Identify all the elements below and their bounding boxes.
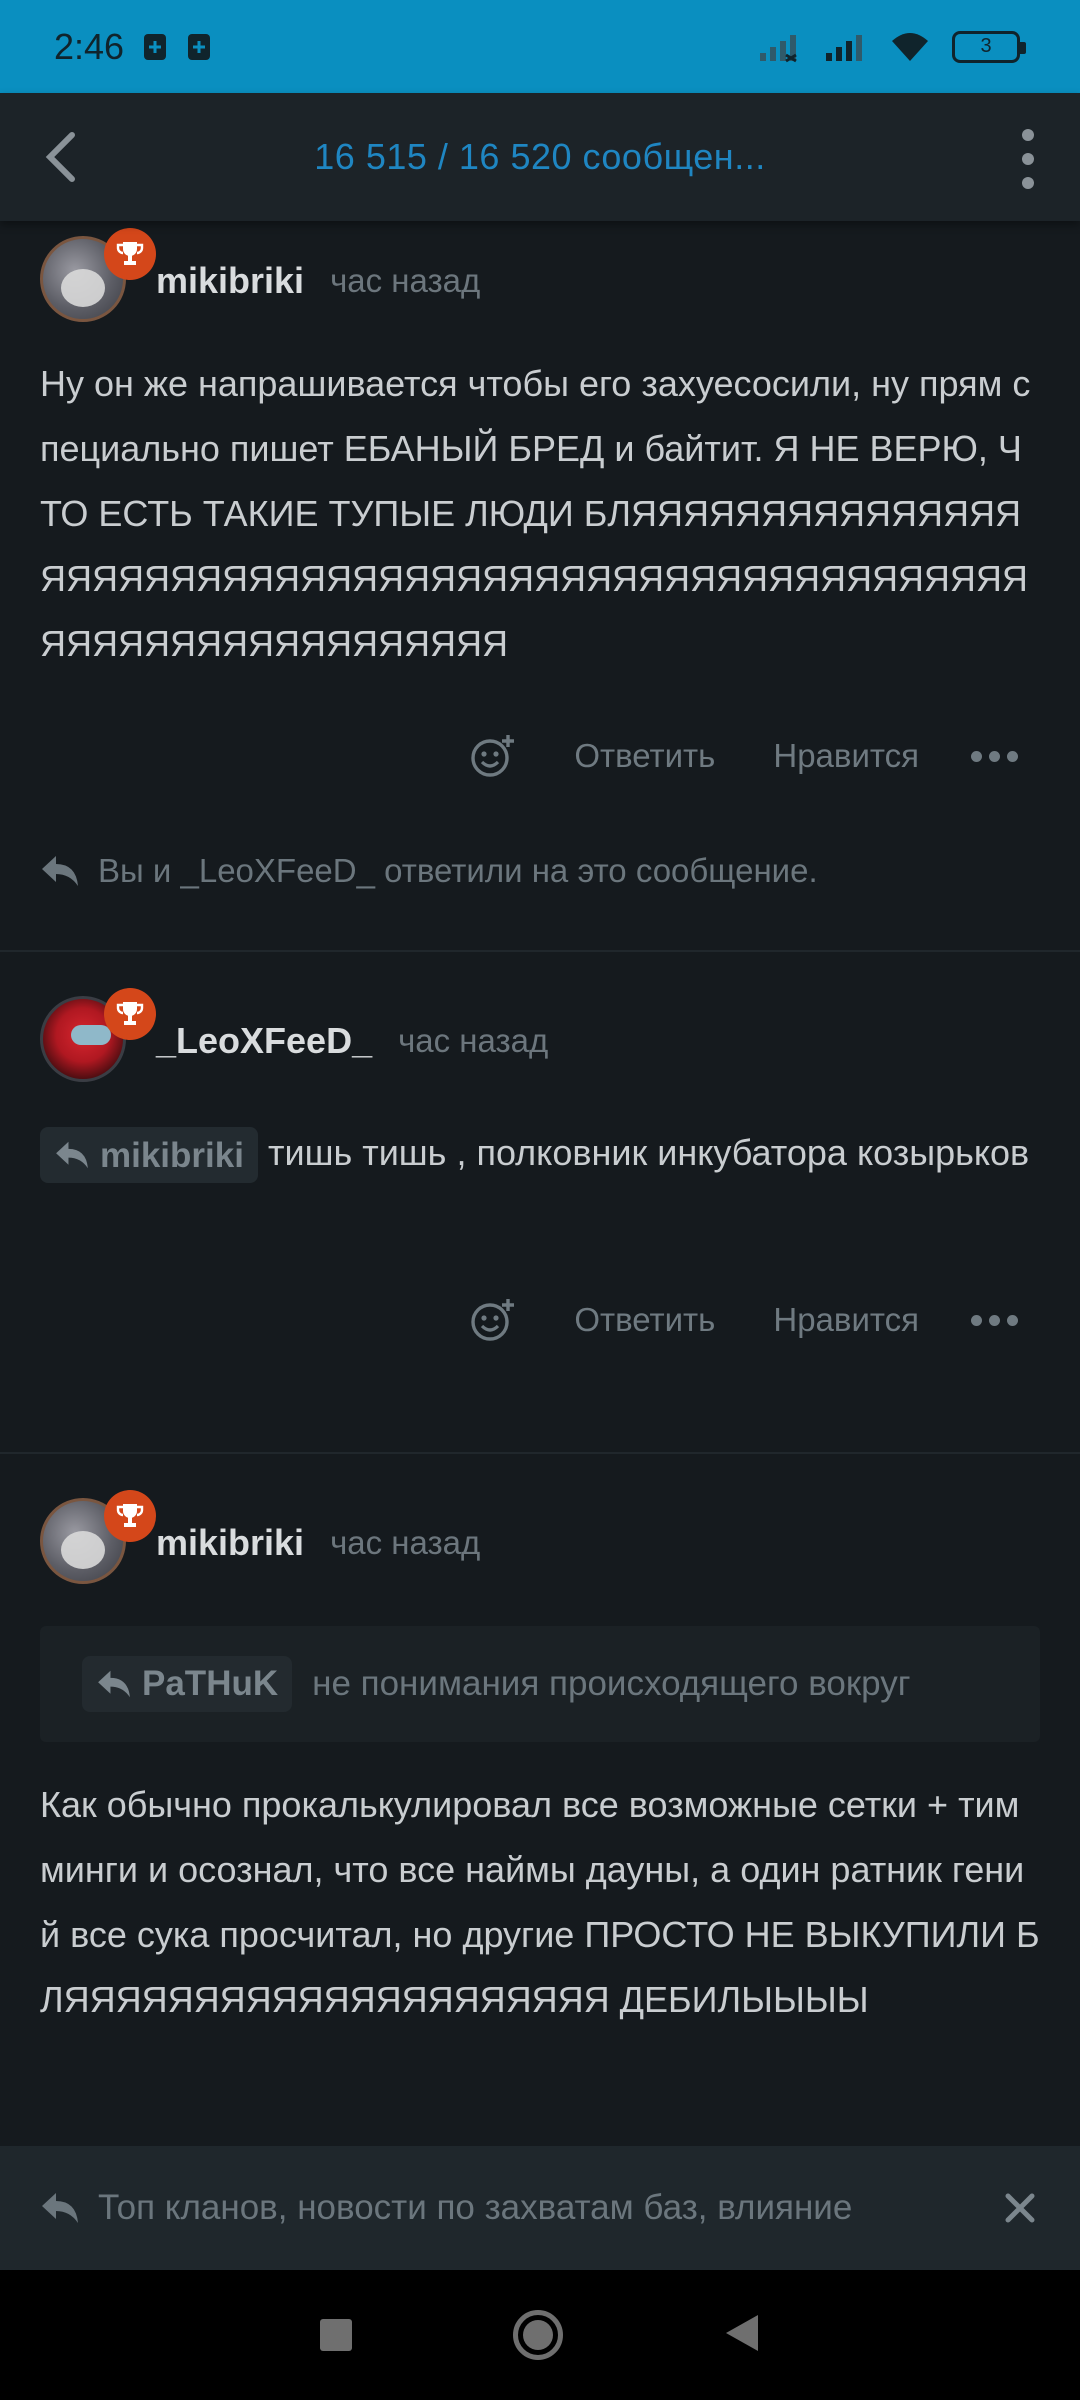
message-text: Как обычно прокалькулировал все возможны…	[40, 1784, 1040, 2020]
username[interactable]: mikibriki	[156, 1522, 304, 1564]
page-title: 16 515 / 16 520 сообщен...	[314, 136, 766, 177]
mention-username: mikibriki	[100, 1135, 244, 1175]
reply-icon	[98, 1670, 130, 1698]
quote-text: не понимания происходящего вокруг	[312, 1664, 911, 1703]
username[interactable]: mikibriki	[156, 260, 304, 302]
avatar[interactable]	[40, 228, 156, 326]
battery-level: 3	[980, 35, 992, 57]
message-text: mikibriki тишь тишь , полковник инкубато…	[40, 1100, 1040, 1260]
app-bar: 16 515 / 16 520 сообщен...	[0, 93, 1080, 221]
like-button[interactable]: Нравится	[773, 1301, 919, 1339]
message-post: mikibriki час назад PaTHuK не понимания …	[0, 1454, 1080, 2032]
sim-card-icon	[186, 32, 212, 62]
add-reaction-icon[interactable]	[470, 1297, 516, 1343]
post-header: _LeoXFeeD_ час назад	[40, 952, 1040, 1100]
post-actions: Ответить Нравится	[40, 1260, 1040, 1380]
reply-icon	[56, 1142, 88, 1169]
message-feed[interactable]: mikibriki час назад Ну он же напрашивает…	[0, 221, 1080, 2032]
reply-preview-bar[interactable]: Топ кланов, новости по захватам баз, вли…	[0, 2146, 1080, 2270]
reply-icon	[40, 2191, 80, 2225]
wifi-icon	[890, 31, 930, 63]
status-right: 3	[758, 30, 1026, 63]
trophy-icon	[104, 1490, 156, 1542]
trophy-icon	[104, 988, 156, 1040]
post-actions: Ответить Нравится	[40, 691, 1040, 821]
reply-button[interactable]: Ответить	[574, 737, 715, 775]
reply-note[interactable]: Вы и _LeoXFeeD_ ответили на это сообщени…	[40, 821, 1040, 921]
system-nav-bar	[0, 2270, 1080, 2400]
timestamp: час назад	[330, 1524, 481, 1561]
avatar[interactable]	[40, 988, 156, 1086]
status-time: 2:46	[54, 25, 125, 67]
avatar[interactable]	[40, 1490, 156, 1588]
back-arrow-icon[interactable]	[34, 129, 90, 185]
like-button[interactable]: Нравится	[773, 737, 919, 775]
home-icon[interactable]	[512, 2310, 563, 2360]
reply-button[interactable]: Ответить	[574, 1301, 715, 1339]
more-horizontal-icon[interactable]	[971, 750, 1018, 762]
message-post: mikibriki час назад Ну он же напрашивает…	[0, 221, 1080, 952]
timestamp: час назад	[330, 262, 481, 299]
sim-card-icon	[142, 32, 168, 62]
timestamp: час назад	[398, 1022, 549, 1059]
mention-chip[interactable]: PaTHuK	[82, 1656, 293, 1712]
message-post: _LeoXFeeD_ час назад mikibriki тишь тишь…	[0, 952, 1080, 1454]
mention-chip[interactable]: mikibriki	[40, 1127, 258, 1184]
message-text: Ну он же напрашивается чтобы его захуесо…	[40, 363, 1031, 664]
status-bar: 2:46 3	[0, 0, 1080, 93]
more-vertical-icon[interactable]	[1008, 129, 1048, 189]
message-text-content: тишь тишь , полковник инкубатора козырьк…	[267, 1132, 1030, 1173]
more-horizontal-icon[interactable]	[971, 1314, 1018, 1326]
post-header: mikibriki час назад	[40, 221, 1040, 341]
quote-block[interactable]: PaTHuK не понимания происходящего вокруг	[40, 1626, 1040, 1742]
reply-icon	[40, 854, 80, 888]
username[interactable]: _LeoXFeeD_	[156, 1020, 372, 1062]
mention-username: PaTHuK	[142, 1664, 279, 1703]
close-icon[interactable]	[1000, 2188, 1040, 2228]
recents-icon[interactable]	[320, 2319, 353, 2351]
add-reaction-icon[interactable]	[470, 733, 516, 779]
trophy-icon	[104, 228, 156, 280]
signal-strong-icon	[824, 31, 868, 63]
signal-weak-icon	[758, 31, 802, 63]
battery-icon: 3	[952, 30, 1026, 63]
reply-preview-text: Топ кланов, новости по захватам баз, вли…	[98, 2188, 853, 2227]
reply-note-text: Вы и _LeoXFeeD_ ответили на это сообщени…	[98, 852, 818, 889]
status-left: 2:46	[54, 26, 212, 68]
back-triangle-icon[interactable]	[724, 2313, 760, 2358]
post-header: mikibriki час назад	[40, 1454, 1040, 1602]
